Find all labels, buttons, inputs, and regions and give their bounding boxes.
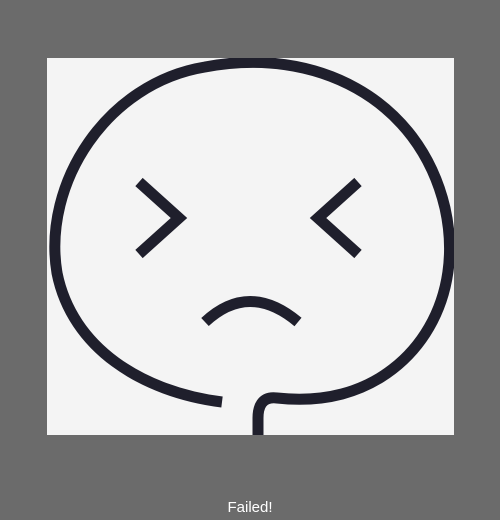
right-eye	[309, 177, 362, 259]
screen: Failed!	[0, 0, 500, 520]
illustration-panel	[47, 58, 454, 435]
head-outline	[49, 58, 454, 435]
frown-mouth	[201, 296, 302, 327]
status-message: Failed!	[227, 499, 273, 516]
left-eye	[135, 177, 188, 259]
sad-face-icon	[49, 58, 454, 435]
